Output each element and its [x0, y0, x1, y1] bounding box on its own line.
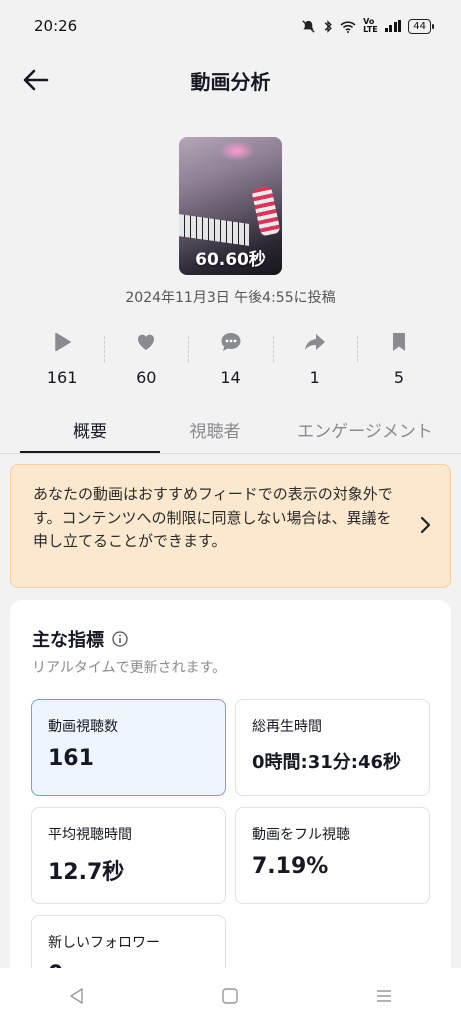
thumbnail-piano: [179, 214, 249, 246]
stats-row: 161 60 14 1 5: [20, 326, 441, 390]
stat-value: 14: [220, 368, 241, 387]
stat-comments: 14: [188, 326, 272, 390]
metric-full-video-watched[interactable]: 動画をフル視聴 7.19%: [235, 807, 430, 904]
comment-icon: [221, 333, 240, 351]
nav-menu-button[interactable]: [370, 982, 398, 1010]
thumbnail-light: [219, 141, 255, 161]
signal-icon: [384, 20, 402, 32]
metric-video-views[interactable]: 動画視聴数 161: [31, 699, 226, 796]
metric-value: 12.7秒: [48, 860, 125, 885]
stat-value: 161: [46, 368, 78, 387]
ineligible-notice[interactable]: あなたの動画はおすすめフィードでの表示の対象外です。コンテンツへの制限に同意しな…: [10, 464, 451, 588]
metrics-title: 主な指標: [32, 630, 104, 651]
bookmark-icon: [392, 333, 405, 351]
metric-value: 7.19%: [252, 854, 329, 879]
metrics-title-row: 主な指標: [32, 626, 128, 652]
triangle-back-icon: [70, 988, 83, 1004]
metric-label: 新しいフォロワー: [48, 935, 160, 951]
stat-value: 1: [309, 368, 320, 387]
metric-label: 総再生時間: [252, 719, 322, 735]
nav-home-button[interactable]: [216, 982, 244, 1010]
bluetooth-icon: [324, 19, 332, 33]
stat-saves: 5: [356, 326, 441, 390]
share-icon: [304, 334, 325, 350]
notice-text: あなたの動画はおすすめフィードでの表示の対象外です。コンテンツへの制限に同意しな…: [33, 485, 393, 550]
metric-average-watch-time[interactable]: 平均視聴時間 12.7秒: [31, 807, 226, 904]
square-home-icon: [222, 988, 239, 1004]
stat-value: 5: [393, 368, 404, 387]
metric-label: 平均視聴時間: [48, 827, 132, 843]
system-nav-bar: [0, 968, 461, 1024]
volte-icon: Vo LTE: [363, 17, 378, 34]
stat-shares: 1: [272, 326, 357, 390]
mute-bell-icon: [302, 19, 315, 33]
battery-icon: 44: [408, 18, 434, 34]
tab-viewers[interactable]: 視聴者: [160, 407, 270, 451]
stat-value: 60: [136, 368, 157, 387]
posted-date: 2024年11月3日 午後4:55に投稿: [125, 290, 336, 306]
metric-label: 動画視聴数: [48, 719, 118, 735]
header: 動画分析: [0, 52, 461, 108]
video-thumbnail[interactable]: 60.60秒: [179, 137, 282, 275]
nav-back-button[interactable]: [63, 982, 91, 1010]
info-icon[interactable]: [112, 631, 128, 647]
video-duration: 60.60秒: [195, 250, 266, 270]
status-time: 20:26: [34, 17, 78, 35]
metric-value: 161: [48, 746, 94, 771]
metric-value: 0時間:31分:46秒: [252, 752, 402, 773]
tab-overview[interactable]: 概要: [20, 407, 160, 453]
metric-total-watch-time[interactable]: 総再生時間 0時間:31分:46秒: [235, 699, 430, 796]
menu-icon: [377, 990, 392, 1002]
stat-views: 161: [20, 326, 104, 390]
status-icons: Vo LTE 44: [301, 17, 434, 34]
play-icon: [55, 332, 71, 352]
heart-icon: [138, 334, 155, 350]
stat-likes: 60: [104, 326, 188, 390]
chevron-right-icon: [420, 516, 431, 534]
tab-engagement[interactable]: エンゲージメント: [270, 407, 460, 451]
status-bar: 20:26 Vo LTE 44: [0, 0, 461, 52]
wifi-icon: [340, 20, 356, 33]
metric-label: 動画をフル視聴: [252, 827, 350, 843]
back-arrow-icon[interactable]: [20, 64, 52, 96]
metrics-subtitle: リアルタイムで更新されます。: [32, 660, 227, 676]
page-title: 動画分析: [190, 69, 271, 94]
key-metrics-card: 主な指標 リアルタイムで更新されます。 動画視聴数 161 総再生時間 0時間:…: [10, 600, 451, 1012]
thumbnail-stripes: [251, 185, 281, 237]
tab-bar: 概要 視聴者 エンゲージメント: [0, 407, 461, 454]
